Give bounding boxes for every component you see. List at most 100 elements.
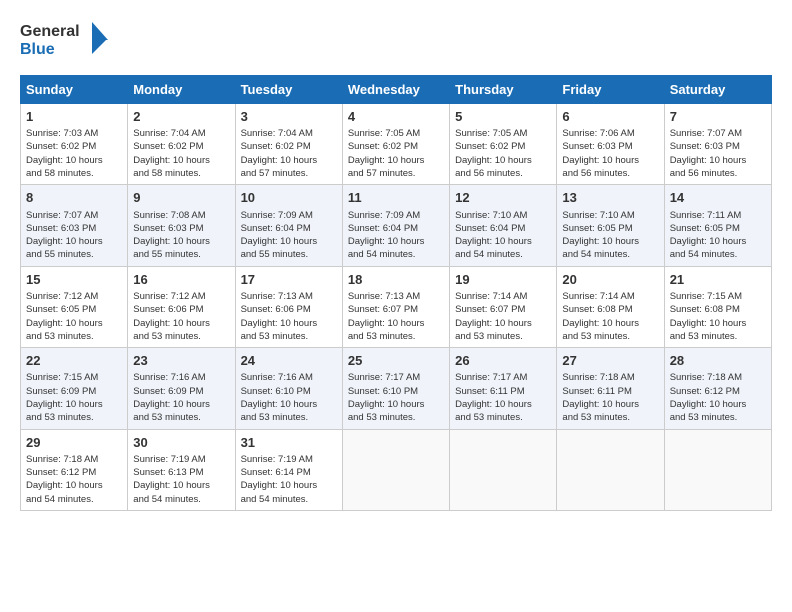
- day-info-line: Daylight: 10 hours: [348, 398, 444, 411]
- day-info-line: Sunset: 6:07 PM: [348, 303, 444, 316]
- calendar-body: 1Sunrise: 7:03 AMSunset: 6:02 PMDaylight…: [21, 104, 772, 511]
- day-info-line: and 53 minutes.: [562, 330, 658, 343]
- day-info-line: Daylight: 10 hours: [133, 479, 229, 492]
- col-monday: Monday: [128, 76, 235, 104]
- day-info-line: Daylight: 10 hours: [670, 154, 766, 167]
- day-info-line: Daylight: 10 hours: [241, 479, 337, 492]
- day-info-line: and 57 minutes.: [241, 167, 337, 180]
- day-info-line: and 55 minutes.: [26, 248, 122, 261]
- day-info-line: Sunrise: 7:15 AM: [670, 290, 766, 303]
- day-info-line: Sunrise: 7:18 AM: [562, 371, 658, 384]
- day-info-line: and 54 minutes.: [562, 248, 658, 261]
- day-info-line: Sunset: 6:04 PM: [241, 222, 337, 235]
- day-info-line: and 57 minutes.: [348, 167, 444, 180]
- day-info-line: and 54 minutes.: [26, 493, 122, 506]
- day-cell: 7Sunrise: 7:07 AMSunset: 6:03 PMDaylight…: [664, 104, 771, 185]
- day-number: 17: [241, 271, 337, 289]
- day-cell: 12Sunrise: 7:10 AMSunset: 6:04 PMDayligh…: [450, 185, 557, 266]
- day-info-line: Sunset: 6:14 PM: [241, 466, 337, 479]
- day-info-line: Sunrise: 7:05 AM: [348, 127, 444, 140]
- day-info-line: Daylight: 10 hours: [455, 154, 551, 167]
- week-row-5: 29Sunrise: 7:18 AMSunset: 6:12 PMDayligh…: [21, 429, 772, 510]
- day-info-line: and 55 minutes.: [241, 248, 337, 261]
- day-info-line: Sunrise: 7:06 AM: [562, 127, 658, 140]
- day-number: 1: [26, 108, 122, 126]
- day-cell: [450, 429, 557, 510]
- day-cell: 3Sunrise: 7:04 AMSunset: 6:02 PMDaylight…: [235, 104, 342, 185]
- logo-area: General Blue: [20, 18, 110, 65]
- day-cell: 1Sunrise: 7:03 AMSunset: 6:02 PMDaylight…: [21, 104, 128, 185]
- day-info-line: and 53 minutes.: [26, 411, 122, 424]
- day-cell: 14Sunrise: 7:11 AMSunset: 6:05 PMDayligh…: [664, 185, 771, 266]
- day-cell: 30Sunrise: 7:19 AMSunset: 6:13 PMDayligh…: [128, 429, 235, 510]
- day-info-line: Sunset: 6:11 PM: [455, 385, 551, 398]
- day-info-line: Daylight: 10 hours: [348, 235, 444, 248]
- day-number: 23: [133, 352, 229, 370]
- day-info-line: and 53 minutes.: [455, 411, 551, 424]
- day-info-line: Sunrise: 7:18 AM: [26, 453, 122, 466]
- day-info-line: Sunrise: 7:12 AM: [26, 290, 122, 303]
- day-cell: 25Sunrise: 7:17 AMSunset: 6:10 PMDayligh…: [342, 348, 449, 429]
- day-info-line: Daylight: 10 hours: [562, 235, 658, 248]
- day-info-line: Sunrise: 7:11 AM: [670, 209, 766, 222]
- day-number: 9: [133, 189, 229, 207]
- day-cell: 22Sunrise: 7:15 AMSunset: 6:09 PMDayligh…: [21, 348, 128, 429]
- day-info-line: Sunset: 6:03 PM: [562, 140, 658, 153]
- day-info-line: Sunrise: 7:13 AM: [241, 290, 337, 303]
- logo: General Blue: [20, 18, 110, 65]
- day-info-line: Sunset: 6:09 PM: [133, 385, 229, 398]
- day-info-line: Daylight: 10 hours: [455, 317, 551, 330]
- day-info-line: Daylight: 10 hours: [133, 154, 229, 167]
- day-info-line: Daylight: 10 hours: [26, 479, 122, 492]
- day-info-line: Sunset: 6:05 PM: [562, 222, 658, 235]
- day-info-line: Sunrise: 7:10 AM: [455, 209, 551, 222]
- day-info-line: and 54 minutes.: [133, 493, 229, 506]
- day-info-line: and 54 minutes.: [670, 248, 766, 261]
- week-row-2: 8Sunrise: 7:07 AMSunset: 6:03 PMDaylight…: [21, 185, 772, 266]
- day-info-line: and 53 minutes.: [241, 411, 337, 424]
- day-number: 3: [241, 108, 337, 126]
- day-info-line: and 53 minutes.: [562, 411, 658, 424]
- day-number: 11: [348, 189, 444, 207]
- day-info-line: Sunset: 6:12 PM: [26, 466, 122, 479]
- day-cell: 18Sunrise: 7:13 AMSunset: 6:07 PMDayligh…: [342, 266, 449, 347]
- day-number: 6: [562, 108, 658, 126]
- day-info-line: Sunrise: 7:04 AM: [133, 127, 229, 140]
- day-number: 16: [133, 271, 229, 289]
- day-number: 21: [670, 271, 766, 289]
- day-number: 13: [562, 189, 658, 207]
- day-number: 27: [562, 352, 658, 370]
- day-info-line: Sunset: 6:12 PM: [670, 385, 766, 398]
- day-info-line: Sunrise: 7:15 AM: [26, 371, 122, 384]
- day-info-line: Sunset: 6:05 PM: [26, 303, 122, 316]
- day-info-line: Sunset: 6:02 PM: [26, 140, 122, 153]
- col-sunday: Sunday: [21, 76, 128, 104]
- week-row-1: 1Sunrise: 7:03 AMSunset: 6:02 PMDaylight…: [21, 104, 772, 185]
- day-info-line: Daylight: 10 hours: [562, 317, 658, 330]
- day-info-line: Sunset: 6:03 PM: [670, 140, 766, 153]
- day-cell: 10Sunrise: 7:09 AMSunset: 6:04 PMDayligh…: [235, 185, 342, 266]
- day-number: 29: [26, 434, 122, 452]
- day-info-line: Daylight: 10 hours: [670, 317, 766, 330]
- day-cell: 9Sunrise: 7:08 AMSunset: 6:03 PMDaylight…: [128, 185, 235, 266]
- day-info-line: Sunset: 6:02 PM: [455, 140, 551, 153]
- day-info-line: Daylight: 10 hours: [26, 154, 122, 167]
- day-cell: 16Sunrise: 7:12 AMSunset: 6:06 PMDayligh…: [128, 266, 235, 347]
- day-info-line: Sunrise: 7:09 AM: [348, 209, 444, 222]
- day-info-line: Daylight: 10 hours: [455, 235, 551, 248]
- day-info-line: Sunrise: 7:19 AM: [241, 453, 337, 466]
- day-number: 19: [455, 271, 551, 289]
- day-info-line: Sunset: 6:06 PM: [133, 303, 229, 316]
- day-info-line: and 54 minutes.: [241, 493, 337, 506]
- day-info-line: Sunrise: 7:13 AM: [348, 290, 444, 303]
- day-info-line: Sunrise: 7:10 AM: [562, 209, 658, 222]
- day-info-line: Sunset: 6:03 PM: [133, 222, 229, 235]
- day-cell: 15Sunrise: 7:12 AMSunset: 6:05 PMDayligh…: [21, 266, 128, 347]
- day-info-line: Sunrise: 7:17 AM: [455, 371, 551, 384]
- day-info-line: Sunrise: 7:16 AM: [133, 371, 229, 384]
- day-cell: 27Sunrise: 7:18 AMSunset: 6:11 PMDayligh…: [557, 348, 664, 429]
- day-number: 5: [455, 108, 551, 126]
- day-number: 15: [26, 271, 122, 289]
- day-cell: 2Sunrise: 7:04 AMSunset: 6:02 PMDaylight…: [128, 104, 235, 185]
- day-info-line: and 56 minutes.: [670, 167, 766, 180]
